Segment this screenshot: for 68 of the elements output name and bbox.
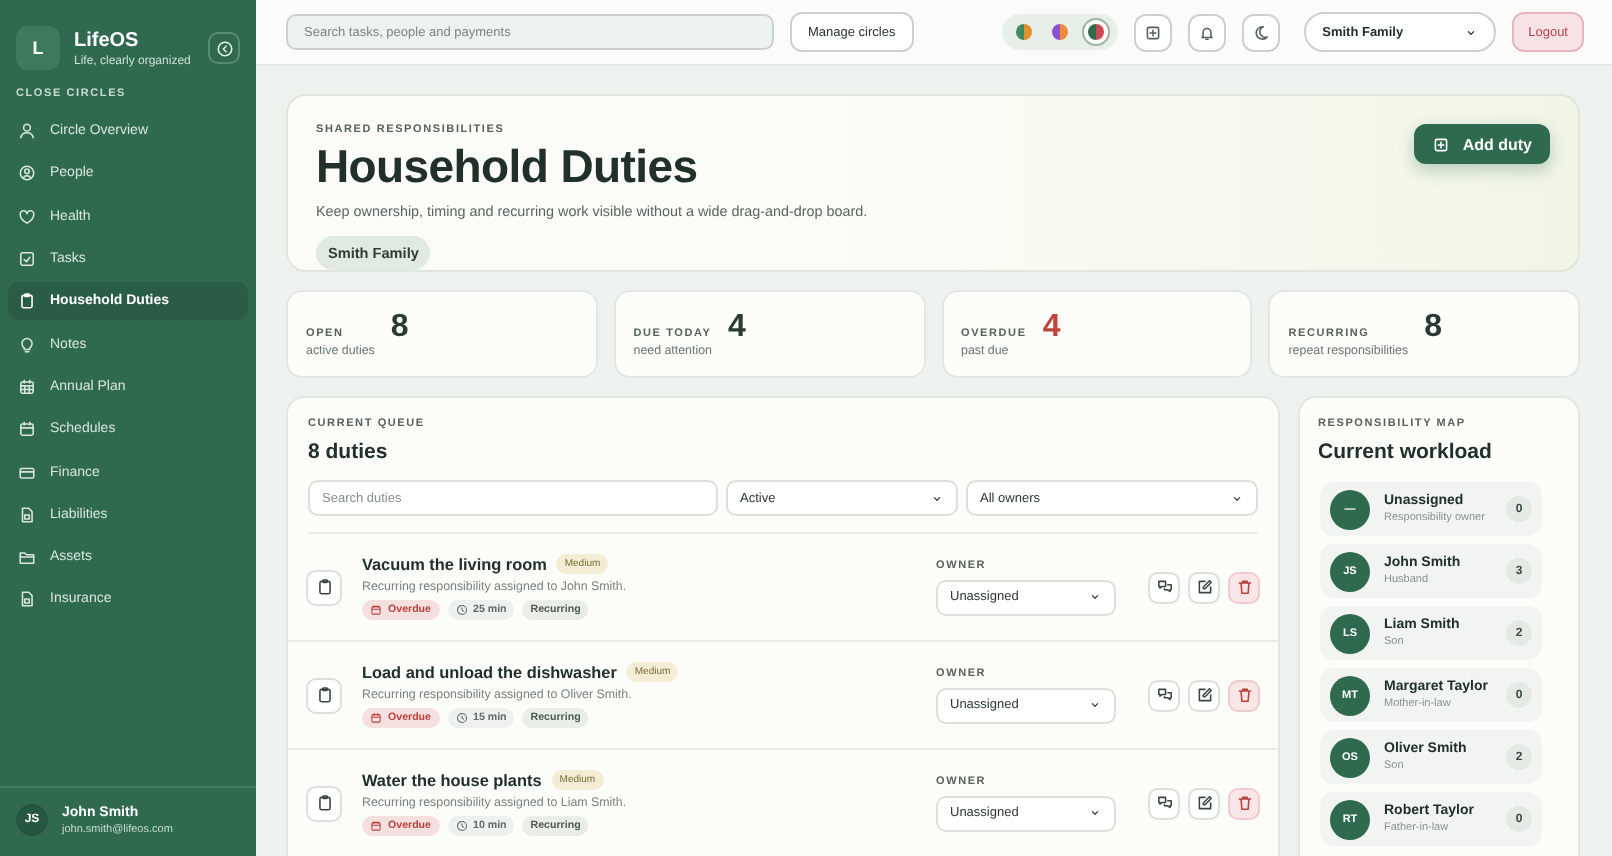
app-name: LifeOS [74, 29, 141, 51]
stat-value: 4 [727, 310, 746, 346]
stat-value: 4 [1042, 310, 1061, 346]
comment-button[interactable] [1148, 571, 1180, 603]
checkbox-icon [18, 250, 36, 269]
comment-button[interactable] [1148, 787, 1180, 819]
calendar-icon [370, 712, 382, 724]
delete-button[interactable] [1228, 787, 1260, 819]
theme-swatch[interactable] [1082, 18, 1111, 46]
duty-title: Vacuum the living room [362, 555, 547, 573]
duty-title: Water the house plants [362, 771, 542, 789]
edit-button[interactable] [1188, 679, 1220, 711]
folder-icon [18, 548, 36, 567]
workload-title: Current workload [1318, 440, 1494, 464]
clock-icon [455, 604, 467, 616]
trash-icon [1235, 578, 1253, 596]
duty-title: Load and unload the dishwasher [362, 663, 617, 681]
person-icon [18, 122, 36, 141]
delete-button[interactable] [1228, 571, 1260, 603]
stat-value: 8 [390, 310, 409, 346]
plus-square-icon [1432, 135, 1451, 153]
calendar-icon [370, 820, 382, 832]
add-duty-button[interactable]: Add duty [1414, 124, 1550, 164]
chevron-down-icon [1088, 806, 1102, 820]
theme-toggle-button[interactable] [1242, 13, 1281, 51]
chevron-down-icon [1230, 491, 1244, 505]
collapse-button[interactable] [208, 32, 240, 64]
document-icon [18, 505, 36, 524]
edit-button[interactable] [1188, 787, 1220, 819]
clipboard-icon [315, 794, 333, 812]
chat-bubbles-icon [1155, 686, 1173, 704]
trash-icon [1235, 686, 1253, 704]
plus-square-icon [1144, 23, 1163, 41]
card-icon [18, 463, 36, 482]
calendar-icon [370, 604, 382, 616]
page-title: Household Duties [316, 140, 698, 194]
moon-icon [1252, 23, 1271, 41]
edit-button[interactable] [1188, 571, 1220, 603]
edit-icon [1195, 686, 1213, 704]
chevron-down-icon [930, 491, 944, 505]
clipboard-icon [315, 686, 333, 704]
stat-value: 8 [1424, 310, 1443, 346]
arrow-circle-icon [215, 39, 233, 57]
heart-icon [18, 207, 36, 226]
chat-bubbles-icon [1155, 578, 1173, 596]
chat-bubbles-icon [1155, 794, 1173, 812]
delete-button[interactable] [1228, 679, 1260, 711]
calendar-icon [18, 420, 36, 439]
clock-icon [455, 712, 467, 724]
notifications-button[interactable] [1188, 13, 1227, 51]
bell-icon [1198, 23, 1217, 41]
user-circle-icon [18, 164, 36, 183]
queue-title: 8 duties [308, 440, 390, 464]
chevron-down-icon [1464, 25, 1479, 39]
trash-icon [1235, 794, 1253, 812]
lightbulb-icon [18, 335, 36, 354]
add-icon-button[interactable] [1134, 13, 1173, 51]
clock-icon [455, 820, 467, 832]
document-icon [18, 590, 36, 609]
comment-button[interactable] [1148, 679, 1180, 711]
calendar-grid-icon [18, 377, 36, 396]
chevron-down-icon [1088, 698, 1102, 712]
clipboard-icon [18, 292, 36, 311]
app-logo: L [16, 26, 60, 70]
chevron-down-icon [1088, 590, 1102, 604]
edit-icon [1195, 578, 1213, 596]
edit-icon [1195, 794, 1213, 812]
clipboard-icon [315, 578, 333, 596]
